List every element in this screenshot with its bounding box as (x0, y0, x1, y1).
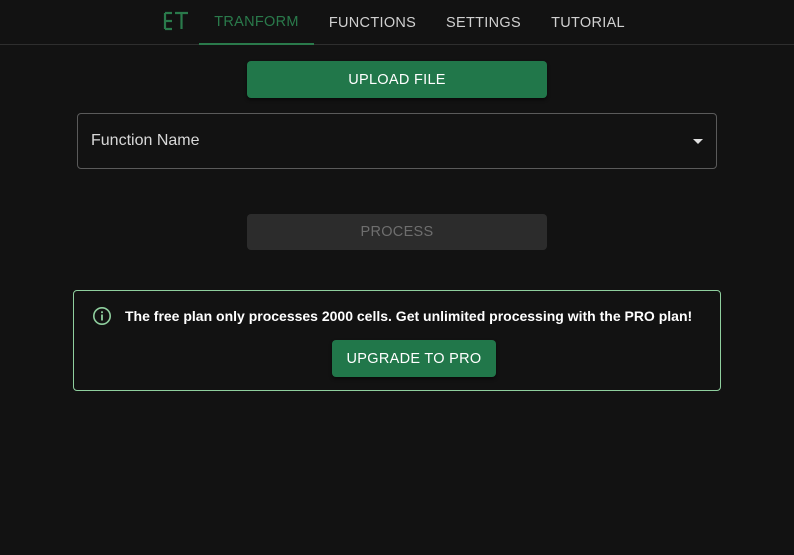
caret-down-icon (693, 139, 703, 144)
tab-transform[interactable]: TRANFORM (199, 0, 314, 45)
top-nav-bar: TRANFORM FUNCTIONS SETTINGS TUTORIAL (0, 0, 794, 45)
function-name-label: Function Name (91, 132, 200, 149)
info-icon (93, 307, 111, 325)
app-logo-icon[interactable] (163, 11, 189, 31)
tab-functions[interactable]: FUNCTIONS (314, 0, 431, 45)
free-plan-alert: The free plan only processes 2000 cells.… (73, 290, 721, 391)
process-button[interactable]: PROCESS (247, 214, 547, 250)
tab-settings[interactable]: SETTINGS (431, 0, 536, 45)
tab-tutorial[interactable]: TUTORIAL (536, 0, 640, 45)
upload-file-button[interactable]: UPLOAD FILE (247, 61, 547, 98)
upgrade-to-pro-button[interactable]: UPGRADE TO PRO (332, 340, 496, 377)
function-name-select[interactable]: Function Name (77, 113, 717, 169)
alert-message: The free plan only processes 2000 cells.… (125, 308, 693, 324)
